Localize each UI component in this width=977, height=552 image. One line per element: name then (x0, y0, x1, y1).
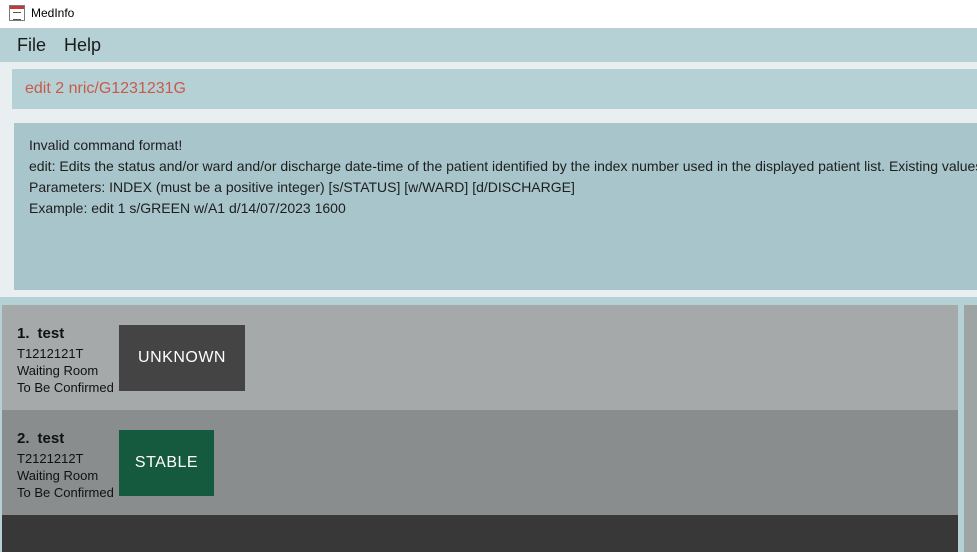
patient-title: 2. test (17, 430, 64, 447)
patient-nric: T2121212T (17, 451, 84, 466)
patient-card[interactable]: 2. test T2121212T Waiting Room To Be Conf… (2, 410, 958, 515)
result-line: Parameters: INDEX (must be a positive in… (29, 179, 575, 195)
patient-index: 1. (17, 325, 30, 342)
patient-index: 2. (17, 430, 30, 447)
result-line: Example: edit 1 s/GREEN w/A1 d/14/07/202… (29, 200, 346, 216)
menu-bar: File Help (0, 28, 977, 62)
command-input[interactable] (12, 69, 977, 109)
result-line: edit: Edits the status and/or ward and/o… (29, 158, 977, 174)
patient-title: 1. test (17, 325, 64, 342)
patient-discharge: To Be Confirmed (17, 380, 114, 395)
title-bar: MedInfo (0, 0, 977, 28)
result-line: Invalid command format! (29, 137, 183, 153)
patient-discharge: To Be Confirmed (17, 485, 114, 500)
patient-card[interactable]: 1. test T1212121T Waiting Room To Be Conf… (2, 305, 958, 410)
result-display: Invalid command format! edit: Edits the … (14, 123, 977, 290)
status-badge: UNKNOWN (119, 325, 245, 391)
menu-file[interactable]: File (17, 35, 46, 56)
window-title: MedInfo (31, 6, 75, 20)
menu-help[interactable]: Help (64, 35, 101, 56)
patient-name: test (37, 430, 65, 447)
patient-ward: Waiting Room (17, 468, 99, 483)
patient-ward: Waiting Room (17, 363, 99, 378)
status-badge: STABLE (119, 430, 214, 496)
patient-name: test (37, 325, 65, 342)
list-scrollbar[interactable] (964, 305, 977, 552)
patient-nric: T1212121T (17, 346, 84, 361)
app-calendar-icon (9, 5, 25, 21)
